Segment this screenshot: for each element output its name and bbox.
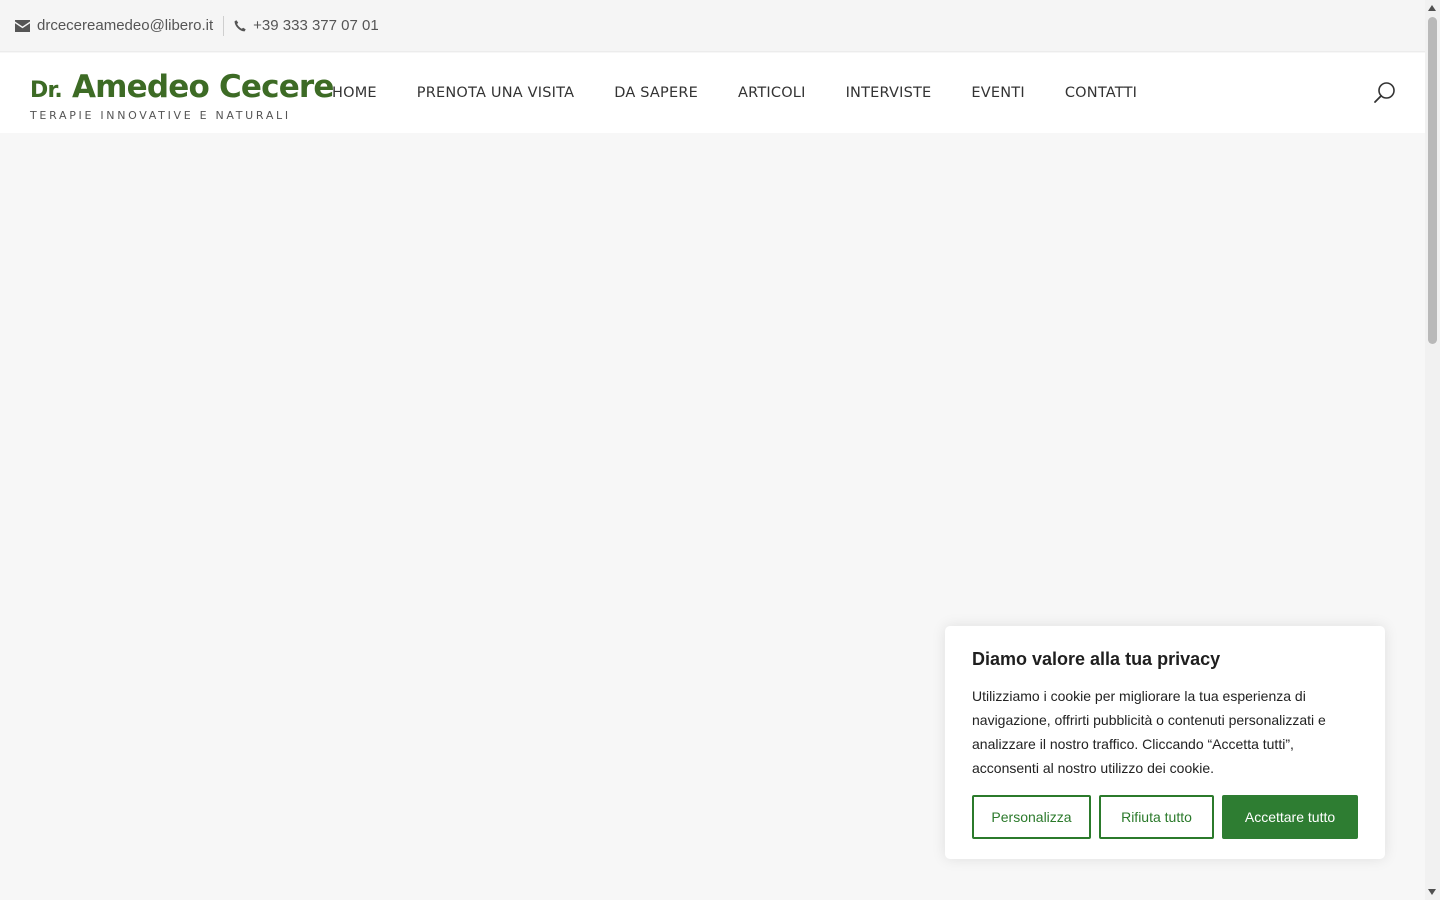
logo-tagline: TERAPIE INNOVATIVE E NATURALI <box>30 109 291 122</box>
customize-button[interactable]: Personalizza <box>972 795 1091 839</box>
cookie-consent-banner: Diamo valore alla tua privacy Utilizziam… <box>945 626 1385 859</box>
main-navigation: HOME PRENOTA UNA VISITA DA SAPERE ARTICO… <box>332 53 1177 133</box>
scroll-down-arrow[interactable] <box>1428 889 1436 895</box>
scroll-up-arrow[interactable] <box>1428 5 1436 11</box>
email-contact[interactable]: drcecereamedeo@libero.it <box>15 17 213 34</box>
nav-contatti[interactable]: CONTATTI <box>1065 85 1137 101</box>
page-scrollbar[interactable] <box>1425 0 1440 900</box>
cookie-banner-text: Utilizziamo i cookie per migliorare la t… <box>972 688 1326 776</box>
phone-icon <box>234 19 246 31</box>
nav-eventi[interactable]: EVENTI <box>971 85 1024 101</box>
nav-interviste[interactable]: INTERVISTE <box>846 85 932 101</box>
scroll-thumb[interactable] <box>1428 17 1437 344</box>
logo-name: Dr. Amedeo Cecere <box>30 69 334 109</box>
email-text[interactable]: drcecereamedeo@libero.it <box>37 17 213 34</box>
envelope-icon <box>15 19 30 32</box>
logo-doctor-name: Amedeo Cecere <box>71 69 335 105</box>
phone-contact[interactable]: +39 333 377 07 01 <box>234 17 379 34</box>
topbar-divider <box>223 15 225 36</box>
reject-all-button[interactable]: Rifiuta tutto <box>1099 795 1214 839</box>
nav-prenota-una-visita[interactable]: PRENOTA UNA VISITA <box>417 85 574 101</box>
site-logo[interactable]: Dr. Amedeo Cecere TERAPIE INNOVATIVE E N… <box>30 69 334 122</box>
nav-articoli[interactable]: ARTICOLI <box>738 85 806 101</box>
nav-da-sapere[interactable]: DA SAPERE <box>614 85 698 101</box>
accept-all-button[interactable]: Accettare tutto <box>1222 795 1358 839</box>
cookie-button-group: Personalizza Rifiuta tutto Accettare tut… <box>972 795 1358 839</box>
search-icon <box>1374 82 1395 103</box>
phone-text[interactable]: +39 333 377 07 01 <box>253 17 379 34</box>
cookie-banner-title: Diamo valore alla tua privacy <box>972 649 1221 669</box>
nav-home[interactable]: HOME <box>332 85 377 101</box>
top-contact-bar: drcecereamedeo@libero.it +39 333 377 07 … <box>0 0 1425 52</box>
search-button[interactable] <box>1372 80 1398 106</box>
logo-prefix: Dr. <box>30 78 63 103</box>
main-header: Dr. Amedeo Cecere TERAPIE INNOVATIVE E N… <box>0 53 1425 133</box>
